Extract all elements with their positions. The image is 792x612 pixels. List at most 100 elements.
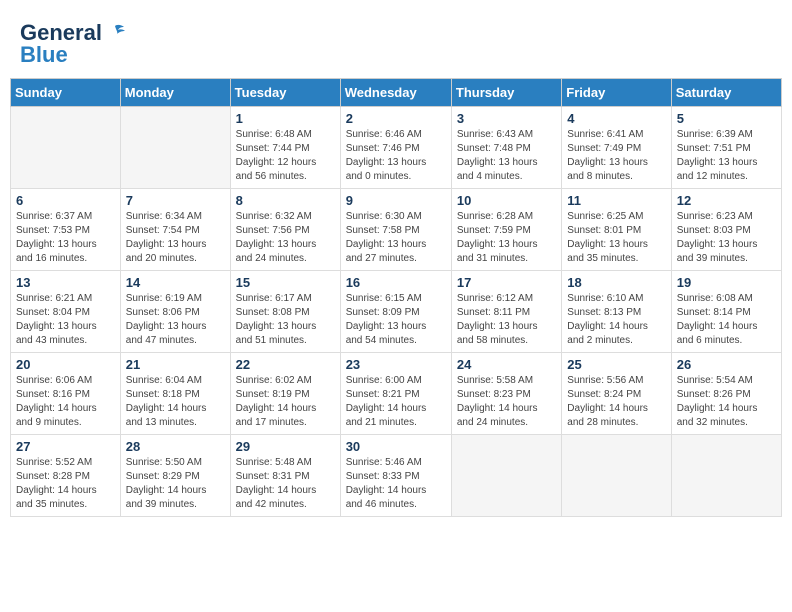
day-info: Sunrise: 5:56 AM Sunset: 8:24 PM Dayligh… bbox=[567, 374, 665, 430]
day-info: Sunrise: 6:23 AM Sunset: 8:03 PM Dayligh… bbox=[677, 210, 776, 266]
calendar-day-cell bbox=[671, 435, 781, 517]
logo: General Blue bbox=[20, 20, 126, 68]
day-number: 13 bbox=[16, 275, 115, 290]
calendar-day-cell: 11Sunrise: 6:25 AM Sunset: 8:01 PM Dayli… bbox=[562, 189, 671, 271]
calendar-day-cell: 4Sunrise: 6:41 AM Sunset: 7:49 PM Daylig… bbox=[562, 107, 671, 189]
calendar-day-cell: 17 Sunrise: 6:12 AM Sunset: 8:11 PM Dayli… bbox=[451, 271, 561, 353]
day-number: 17 bbox=[457, 275, 556, 290]
calendar-day-cell: 2Sunrise: 6:46 AM Sunset: 7:46 PM Daylig… bbox=[340, 107, 451, 189]
day-info: Sunrise: 6:10 AM Sunset: 8:13 PM Dayligh… bbox=[567, 292, 665, 348]
calendar-day-cell: 30 Sunrise: 5:46 AM Sunset: 8:33 PM Dayli… bbox=[340, 435, 451, 517]
logo-bird-icon bbox=[104, 22, 126, 44]
day-info: Sunrise: 5:52 AM Sunset: 8:28 PM Dayligh… bbox=[16, 456, 115, 512]
day-number: 25 bbox=[567, 357, 665, 372]
day-info: Sunrise: 6:32 AM Sunset: 7:56 PM Dayligh… bbox=[236, 210, 335, 266]
calendar-day-cell: 16 Sunrise: 6:15 AM Sunset: 8:09 PM Dayli… bbox=[340, 271, 451, 353]
day-info: Sunrise: 5:46 AM Sunset: 8:33 PM Dayligh… bbox=[346, 456, 446, 512]
calendar-day-cell: 8 Sunrise: 6:32 AM Sunset: 7:56 PM Daylig… bbox=[230, 189, 340, 271]
calendar-header-row: SundayMondayTuesdayWednesdayThursdayFrid… bbox=[11, 79, 782, 107]
day-number: 7 bbox=[126, 193, 225, 208]
day-info: Sunrise: 6:17 AM Sunset: 8:08 PM Dayligh… bbox=[236, 292, 335, 348]
day-info: Sunrise: 5:54 AM Sunset: 8:26 PM Dayligh… bbox=[677, 374, 776, 430]
day-info: Sunrise: 5:58 AM Sunset: 8:23 PM Dayligh… bbox=[457, 374, 556, 430]
day-number: 3 bbox=[457, 111, 556, 126]
day-info: Sunrise: 6:00 AM Sunset: 8:21 PM Dayligh… bbox=[346, 374, 446, 430]
day-number: 10 bbox=[457, 193, 556, 208]
day-info: Sunrise: 5:50 AM Sunset: 8:29 PM Dayligh… bbox=[126, 456, 225, 512]
day-info: Sunrise: 6:48 AM Sunset: 7:44 PM Dayligh… bbox=[236, 128, 335, 184]
calendar-table: SundayMondayTuesdayWednesdayThursdayFrid… bbox=[10, 78, 782, 517]
calendar-day-cell: 27 Sunrise: 5:52 AM Sunset: 8:28 PM Dayli… bbox=[11, 435, 121, 517]
calendar-week-row: 1 Sunrise: 6:48 AM Sunset: 7:44 PM Daylig… bbox=[11, 107, 782, 189]
day-number: 24 bbox=[457, 357, 556, 372]
day-info: Sunrise: 6:12 AM Sunset: 8:11 PM Dayligh… bbox=[457, 292, 556, 348]
calendar-day-cell bbox=[120, 107, 230, 189]
calendar-day-cell: 22 Sunrise: 6:02 AM Sunset: 8:19 PM Dayli… bbox=[230, 353, 340, 435]
day-info: Sunrise: 6:15 AM Sunset: 8:09 PM Dayligh… bbox=[346, 292, 446, 348]
day-number: 8 bbox=[236, 193, 335, 208]
calendar-day-cell: 14Sunrise: 6:19 AM Sunset: 8:06 PM Dayli… bbox=[120, 271, 230, 353]
day-info: Sunrise: 6:30 AM Sunset: 7:58 PM Dayligh… bbox=[346, 210, 446, 266]
day-number: 12 bbox=[677, 193, 776, 208]
calendar-day-cell: 26 Sunrise: 5:54 AM Sunset: 8:26 PM Dayli… bbox=[671, 353, 781, 435]
day-number: 5 bbox=[677, 111, 776, 126]
day-number: 27 bbox=[16, 439, 115, 454]
day-number: 22 bbox=[236, 357, 335, 372]
calendar-day-cell: 25 Sunrise: 5:56 AM Sunset: 8:24 PM Dayli… bbox=[562, 353, 671, 435]
day-number: 23 bbox=[346, 357, 446, 372]
calendar-day-cell: 28 Sunrise: 5:50 AM Sunset: 8:29 PM Dayli… bbox=[120, 435, 230, 517]
weekday-header: Thursday bbox=[451, 79, 561, 107]
day-info: Sunrise: 6:06 AM Sunset: 8:16 PM Dayligh… bbox=[16, 374, 115, 430]
day-number: 29 bbox=[236, 439, 335, 454]
day-number: 26 bbox=[677, 357, 776, 372]
day-info: Sunrise: 6:04 AM Sunset: 8:18 PM Dayligh… bbox=[126, 374, 225, 430]
day-number: 9 bbox=[346, 193, 446, 208]
calendar-day-cell: 24 Sunrise: 5:58 AM Sunset: 8:23 PM Dayli… bbox=[451, 353, 561, 435]
calendar-day-cell: 6Sunrise: 6:37 AM Sunset: 7:53 PM Daylig… bbox=[11, 189, 121, 271]
day-info: Sunrise: 6:21 AM Sunset: 8:04 PM Dayligh… bbox=[16, 292, 115, 348]
day-info: Sunrise: 6:37 AM Sunset: 7:53 PM Dayligh… bbox=[16, 210, 115, 266]
calendar-body: 1 Sunrise: 6:48 AM Sunset: 7:44 PM Daylig… bbox=[11, 107, 782, 517]
day-number: 15 bbox=[236, 275, 335, 290]
day-info: Sunrise: 6:41 AM Sunset: 7:49 PM Dayligh… bbox=[567, 128, 665, 184]
day-info: Sunrise: 6:02 AM Sunset: 8:19 PM Dayligh… bbox=[236, 374, 335, 430]
calendar-day-cell: 20 Sunrise: 6:06 AM Sunset: 8:16 PM Dayli… bbox=[11, 353, 121, 435]
day-info: Sunrise: 6:46 AM Sunset: 7:46 PM Dayligh… bbox=[346, 128, 446, 184]
calendar-day-cell: 23 Sunrise: 6:00 AM Sunset: 8:21 PM Dayli… bbox=[340, 353, 451, 435]
day-info: Sunrise: 6:28 AM Sunset: 7:59 PM Dayligh… bbox=[457, 210, 556, 266]
calendar-day-cell: 5 Sunrise: 6:39 AM Sunset: 7:51 PM Daylig… bbox=[671, 107, 781, 189]
day-info: Sunrise: 6:08 AM Sunset: 8:14 PM Dayligh… bbox=[677, 292, 776, 348]
calendar-day-cell bbox=[451, 435, 561, 517]
page-header: General Blue bbox=[10, 10, 782, 73]
calendar-day-cell: 12 Sunrise: 6:23 AM Sunset: 8:03 PM Dayli… bbox=[671, 189, 781, 271]
calendar-day-cell: 13 Sunrise: 6:21 AM Sunset: 8:04 PM Dayli… bbox=[11, 271, 121, 353]
weekday-header: Tuesday bbox=[230, 79, 340, 107]
day-info: Sunrise: 6:34 AM Sunset: 7:54 PM Dayligh… bbox=[126, 210, 225, 266]
day-number: 18 bbox=[567, 275, 665, 290]
day-number: 30 bbox=[346, 439, 446, 454]
calendar-week-row: 27 Sunrise: 5:52 AM Sunset: 8:28 PM Dayli… bbox=[11, 435, 782, 517]
weekday-header: Sunday bbox=[11, 79, 121, 107]
calendar-day-cell: 7 Sunrise: 6:34 AM Sunset: 7:54 PM Daylig… bbox=[120, 189, 230, 271]
calendar-week-row: 20 Sunrise: 6:06 AM Sunset: 8:16 PM Dayli… bbox=[11, 353, 782, 435]
day-number: 1 bbox=[236, 111, 335, 126]
calendar-day-cell: 19Sunrise: 6:08 AM Sunset: 8:14 PM Dayli… bbox=[671, 271, 781, 353]
calendar-day-cell: 10 Sunrise: 6:28 AM Sunset: 7:59 PM Dayli… bbox=[451, 189, 561, 271]
day-number: 20 bbox=[16, 357, 115, 372]
logo-blue: Blue bbox=[20, 42, 68, 68]
day-number: 28 bbox=[126, 439, 225, 454]
calendar-day-cell bbox=[562, 435, 671, 517]
calendar-week-row: 13 Sunrise: 6:21 AM Sunset: 8:04 PM Dayli… bbox=[11, 271, 782, 353]
day-info: Sunrise: 5:48 AM Sunset: 8:31 PM Dayligh… bbox=[236, 456, 335, 512]
calendar-day-cell: 3Sunrise: 6:43 AM Sunset: 7:48 PM Daylig… bbox=[451, 107, 561, 189]
day-info: Sunrise: 6:25 AM Sunset: 8:01 PM Dayligh… bbox=[567, 210, 665, 266]
calendar-day-cell: 1 Sunrise: 6:48 AM Sunset: 7:44 PM Daylig… bbox=[230, 107, 340, 189]
weekday-header: Friday bbox=[562, 79, 671, 107]
calendar-day-cell: 29 Sunrise: 5:48 AM Sunset: 8:31 PM Dayli… bbox=[230, 435, 340, 517]
calendar-week-row: 6Sunrise: 6:37 AM Sunset: 7:53 PM Daylig… bbox=[11, 189, 782, 271]
calendar-day-cell: 9 Sunrise: 6:30 AM Sunset: 7:58 PM Daylig… bbox=[340, 189, 451, 271]
day-number: 16 bbox=[346, 275, 446, 290]
weekday-header: Wednesday bbox=[340, 79, 451, 107]
day-number: 21 bbox=[126, 357, 225, 372]
day-info: Sunrise: 6:39 AM Sunset: 7:51 PM Dayligh… bbox=[677, 128, 776, 184]
